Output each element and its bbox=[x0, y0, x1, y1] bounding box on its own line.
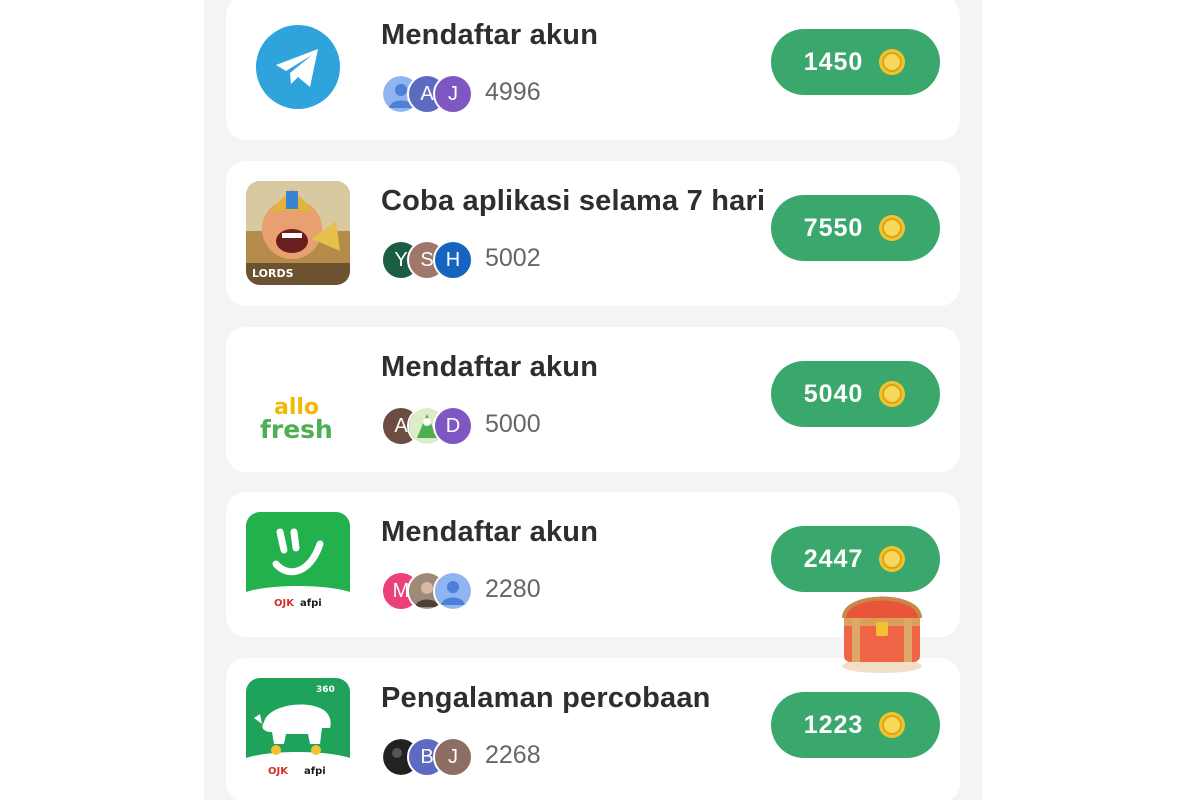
avatar: D bbox=[433, 406, 473, 446]
task-card[interactable]: allo fresh Mendaftar akun A D 5000 5040 bbox=[226, 327, 960, 472]
reward-button[interactable]: 7550 bbox=[771, 195, 940, 261]
participant-avatars: B J bbox=[381, 737, 477, 777]
task-title: Pengalaman percobaan bbox=[381, 682, 711, 714]
avatar: J bbox=[433, 74, 473, 114]
coin-icon bbox=[879, 49, 906, 75]
participant-count: 5000 bbox=[485, 410, 541, 438]
allo-fresh-app-icon: allo fresh bbox=[246, 347, 350, 451]
reward-amount: 1450 bbox=[803, 47, 864, 76]
reward-amount: 2447 bbox=[803, 544, 864, 573]
avatar: H bbox=[433, 240, 473, 280]
reward-amount: 1223 bbox=[803, 710, 864, 739]
reward-button[interactable]: 1223 bbox=[771, 692, 940, 758]
task-card[interactable]: 360 OJK afpi Pengalaman percobaan B J 22… bbox=[226, 658, 960, 803]
avatar-person-icon bbox=[433, 571, 473, 611]
reward-amount: 5040 bbox=[803, 379, 864, 408]
ojk-logo-text: OJK bbox=[268, 766, 289, 777]
task-title: Coba aplikasi selama 7 hari bbox=[381, 185, 766, 217]
coin-icon bbox=[879, 546, 906, 572]
reward-button[interactable]: 1450 bbox=[771, 29, 940, 95]
participant-count: 5002 bbox=[485, 244, 541, 272]
smile-loan-app-icon: OJK afpi bbox=[246, 512, 350, 616]
coin-icon bbox=[879, 712, 906, 738]
afpi-logo-text: afpi bbox=[304, 766, 326, 777]
lords-logo-text: LORDS bbox=[252, 267, 294, 280]
afpi-logo-text: afpi bbox=[300, 598, 322, 609]
ojk-logo-text: OJK bbox=[274, 598, 295, 609]
reward-amount: 7550 bbox=[803, 213, 864, 242]
telegram-app-icon bbox=[246, 15, 350, 119]
rhino-loan-app-icon: 360 OJK afpi bbox=[246, 678, 350, 782]
participant-count: 2280 bbox=[485, 575, 541, 603]
participant-avatars: A D bbox=[381, 406, 477, 446]
brand-360-text: 360 bbox=[316, 685, 335, 695]
task-title: Mendaftar akun bbox=[381, 19, 599, 51]
participant-count: 2268 bbox=[485, 741, 541, 769]
participant-avatars: A J bbox=[381, 74, 477, 114]
participant-avatars: Y S H bbox=[381, 240, 477, 280]
avatar: J bbox=[433, 737, 473, 777]
task-card[interactable]: LORDS Coba aplikasi selama 7 hari Y S H … bbox=[226, 161, 960, 306]
lords-mobile-app-icon: LORDS bbox=[246, 181, 350, 285]
task-card[interactable]: Mendaftar akun A J 4996 1450 bbox=[226, 0, 960, 140]
treasure-chest-icon[interactable] bbox=[832, 582, 932, 674]
task-title: Mendaftar akun bbox=[381, 516, 599, 548]
coin-icon bbox=[879, 381, 906, 407]
reward-button[interactable]: 5040 bbox=[771, 361, 940, 427]
participant-count: 4996 bbox=[485, 78, 541, 106]
fresh-logo-text: fresh bbox=[260, 415, 333, 444]
participant-avatars: M bbox=[381, 571, 477, 611]
coin-icon bbox=[879, 215, 906, 241]
task-title: Mendaftar akun bbox=[381, 351, 599, 383]
